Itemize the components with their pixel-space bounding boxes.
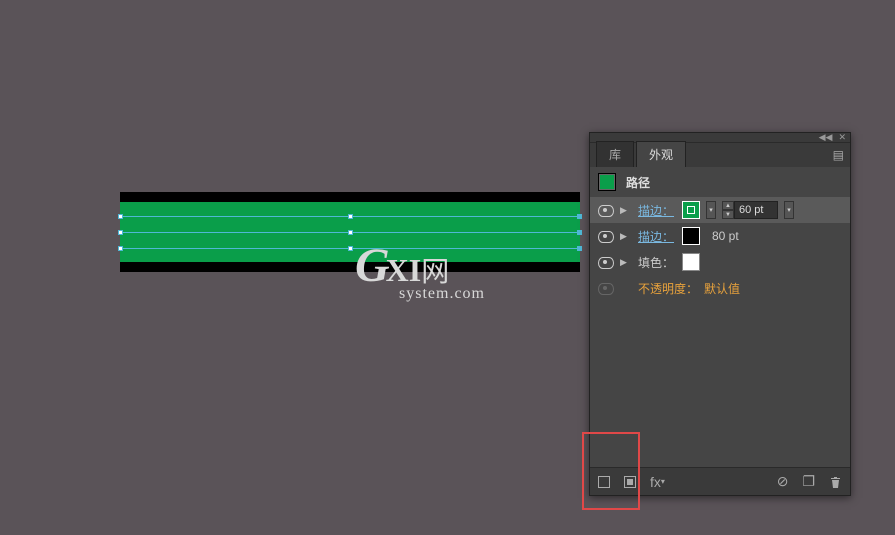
- collapse-icon[interactable]: ◀◀: [819, 132, 833, 143]
- stroke-weight-input[interactable]: [734, 201, 778, 219]
- object-thumbnail: [598, 173, 616, 191]
- appearance-panel: ◀◀ ✕ 库 外观 ▤ 路径 ▶ 描边： ▾ ▲ ▼ ▾: [589, 132, 851, 496]
- anchor-handle[interactable]: [118, 246, 123, 251]
- anchor-handle[interactable]: [348, 246, 353, 251]
- anchor-handle[interactable]: [577, 230, 582, 235]
- opacity-label[interactable]: 不透明度：: [638, 280, 698, 297]
- stroke-color-swatch[interactable]: [682, 201, 700, 219]
- new-fill-icon[interactable]: [624, 476, 636, 488]
- watermark: GXI网 system.com: [355, 238, 485, 303]
- fill-color-swatch[interactable]: [682, 253, 700, 271]
- stroke-weight-value: 80 pt: [712, 229, 739, 243]
- anchor-handle[interactable]: [577, 246, 582, 251]
- duplicate-icon[interactable]: ❐: [802, 473, 815, 490]
- swatch-dropdown-icon[interactable]: ▾: [706, 201, 716, 219]
- visibility-icon[interactable]: [598, 257, 612, 267]
- fx-icon[interactable]: fx▾: [650, 474, 665, 490]
- canvas-artwork[interactable]: [120, 192, 580, 272]
- stroke-label[interactable]: 描边：: [638, 202, 676, 219]
- visibility-icon[interactable]: [598, 283, 612, 293]
- anchor-handle[interactable]: [348, 230, 353, 235]
- anchor-handle[interactable]: [348, 214, 353, 219]
- stroke-color-swatch[interactable]: [682, 227, 700, 245]
- opacity-value[interactable]: 默认值: [704, 280, 742, 297]
- expand-icon[interactable]: ▶: [620, 231, 632, 242]
- opacity-row[interactable]: 不透明度： 默认值: [590, 275, 850, 301]
- panel-footer: fx▾ ⊘ ❐: [590, 467, 850, 495]
- weight-dropdown-icon[interactable]: ▾: [784, 201, 794, 219]
- anchor-handle[interactable]: [118, 230, 123, 235]
- object-header-row: 路径: [590, 167, 850, 197]
- fill-row[interactable]: ▶ 填色：: [590, 249, 850, 275]
- stroke-weight-stepper: ▲ ▼: [722, 201, 778, 219]
- close-icon[interactable]: ✕: [838, 132, 846, 143]
- stepper-up-icon[interactable]: ▲: [722, 201, 734, 210]
- stroke-row-1[interactable]: ▶ 描边： ▾ ▲ ▼ ▾: [590, 197, 850, 223]
- tab-library[interactable]: 库: [596, 141, 634, 167]
- expand-icon[interactable]: ▶: [620, 205, 632, 216]
- panel-body: 路径 ▶ 描边： ▾ ▲ ▼ ▾ ▶ 描边： 80 pt: [590, 167, 850, 467]
- visibility-icon[interactable]: [598, 205, 612, 215]
- tab-appearance[interactable]: 外观: [636, 141, 686, 167]
- visibility-icon[interactable]: [598, 231, 612, 241]
- stroke-row-2[interactable]: ▶ 描边： 80 pt: [590, 223, 850, 249]
- new-stroke-icon[interactable]: [598, 476, 610, 488]
- stroke-label[interactable]: 描边：: [638, 228, 676, 245]
- panel-menu-icon[interactable]: ▤: [833, 148, 844, 162]
- anchor-handle[interactable]: [577, 214, 582, 219]
- panel-tabs: 库 外观 ▤: [590, 143, 850, 167]
- expand-icon[interactable]: ▶: [620, 257, 632, 268]
- trash-icon[interactable]: [829, 475, 842, 489]
- anchor-handle[interactable]: [118, 214, 123, 219]
- stepper-down-icon[interactable]: ▼: [722, 210, 734, 219]
- clear-icon[interactable]: ⊘: [777, 473, 789, 490]
- object-type-label: 路径: [626, 174, 650, 191]
- fill-label: 填色：: [638, 254, 676, 271]
